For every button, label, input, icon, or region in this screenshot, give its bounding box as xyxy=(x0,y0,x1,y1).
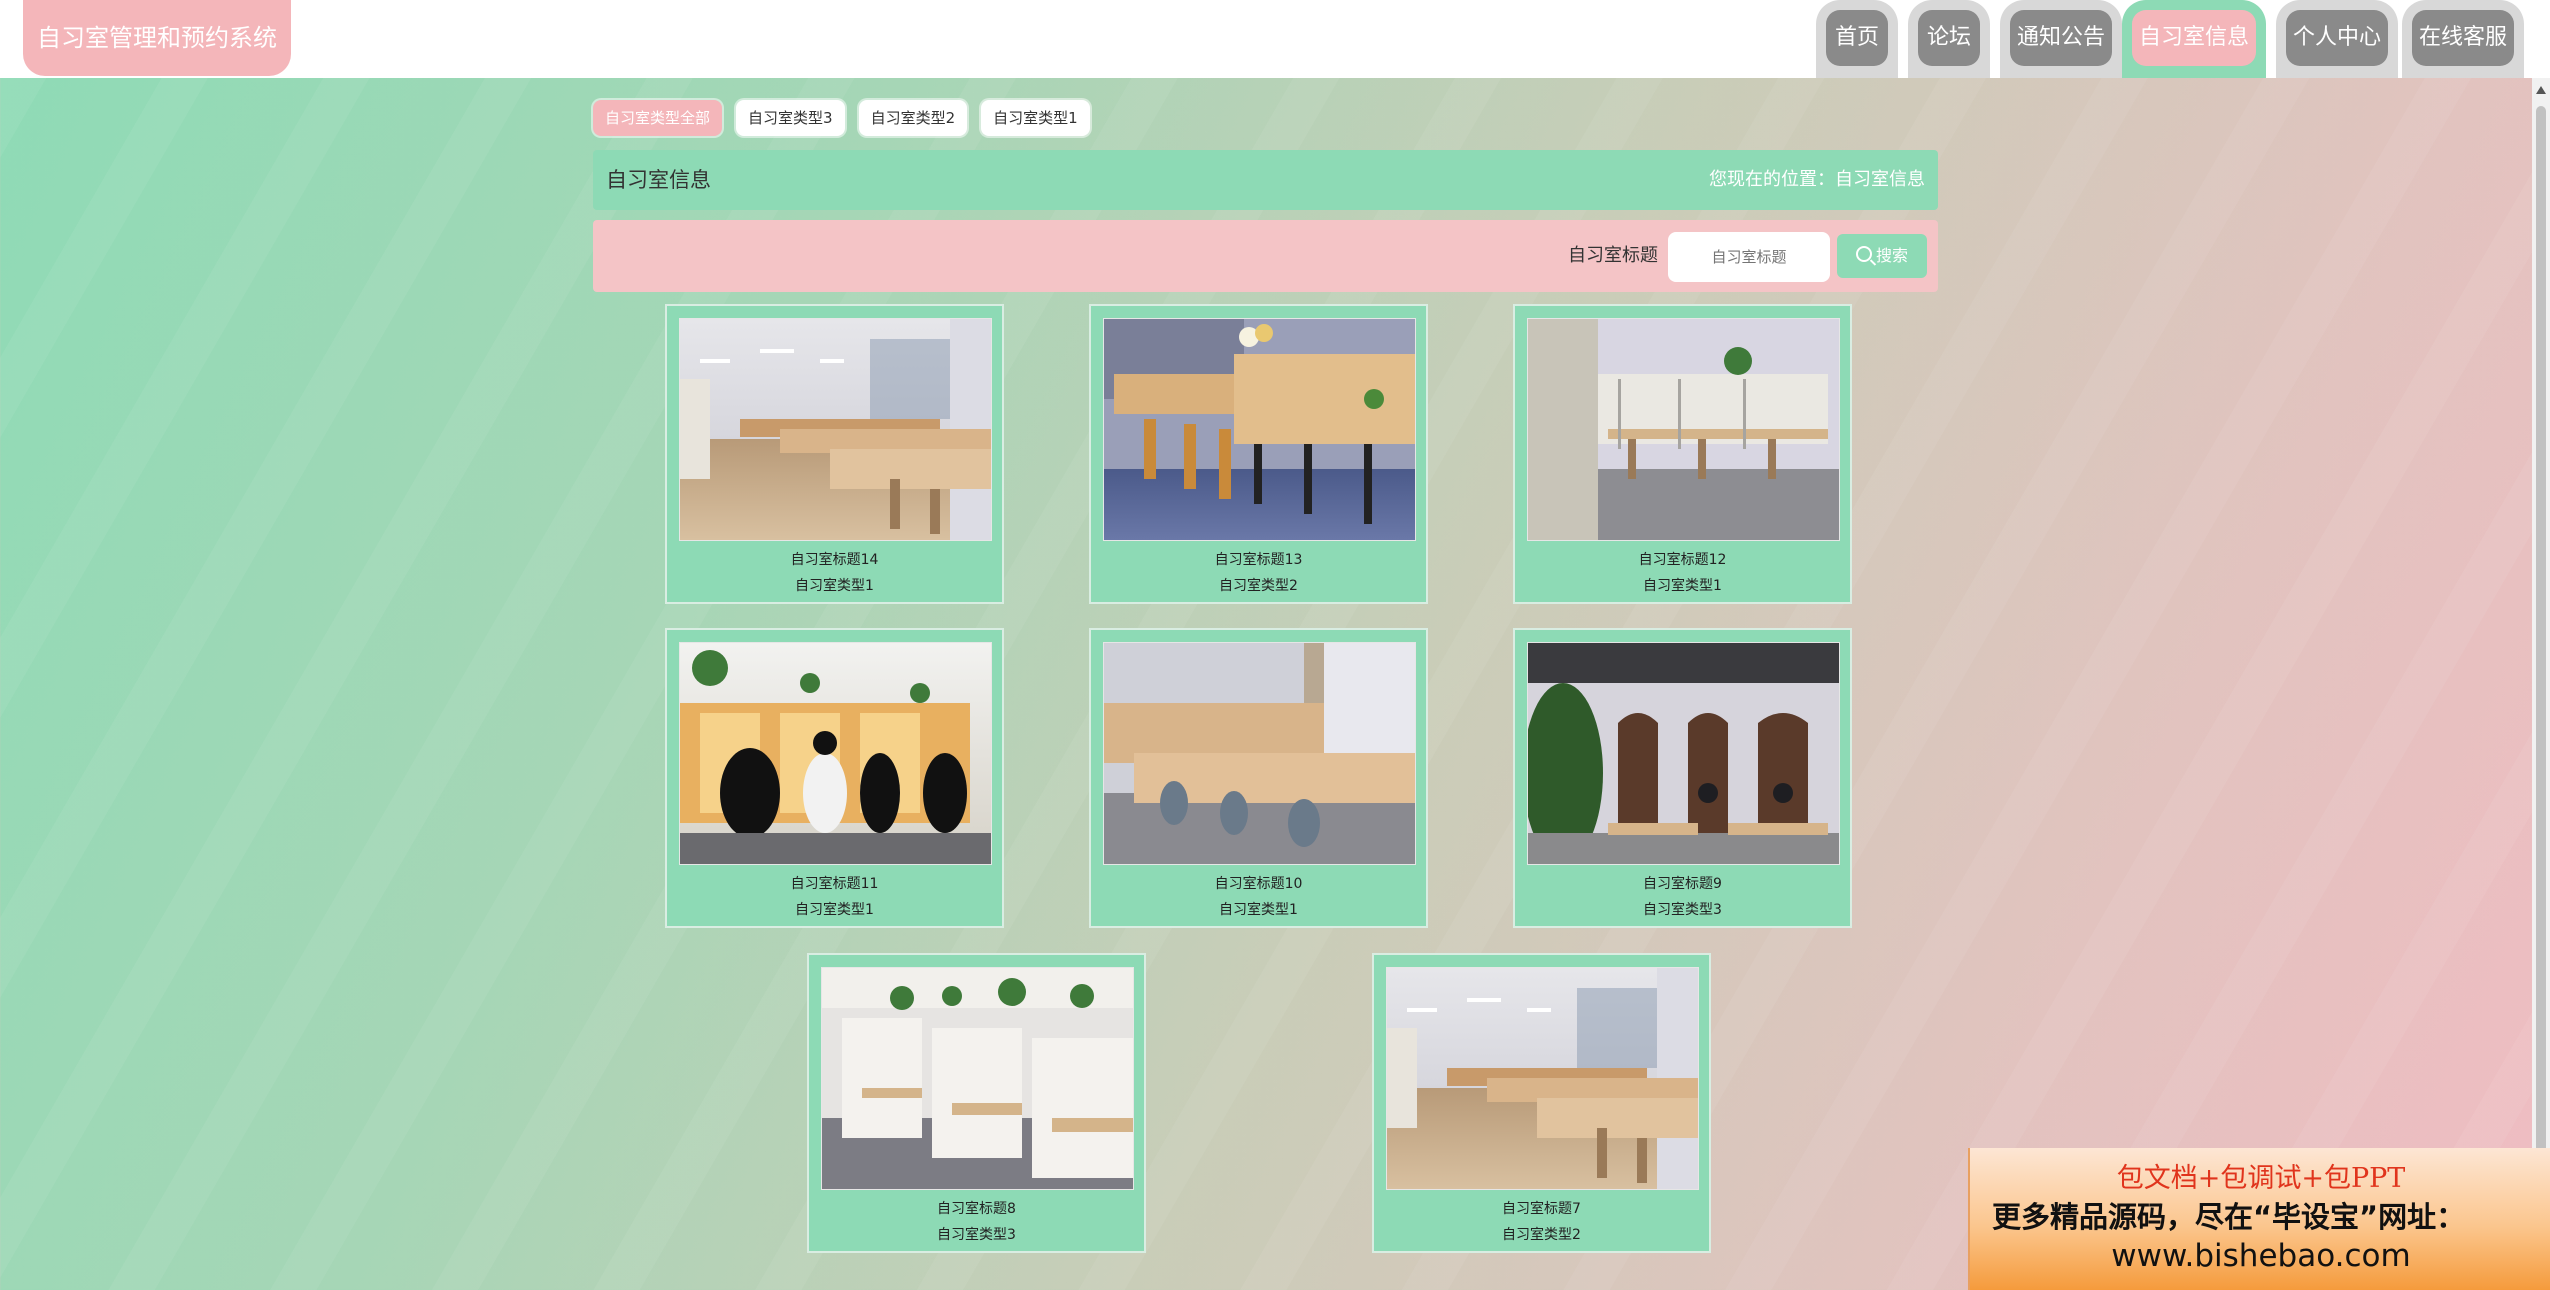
nav-forum[interactable]: 论坛 xyxy=(1908,0,1990,78)
study-room-photo[interactable] xyxy=(679,642,992,865)
nav-announcements-label[interactable]: 通知公告 xyxy=(2010,10,2112,66)
study-room-type: 自习室类型3 xyxy=(937,1227,1016,1243)
study-room-type: 自习室类型1 xyxy=(1643,578,1722,594)
study-room-type: 自习室类型3 xyxy=(1643,902,1722,918)
type-filter-bar: 自习室类型全部 自习室类型3 自习室类型2 自习室类型1 xyxy=(593,100,1090,136)
scroll-up-arrow-icon[interactable] xyxy=(2536,86,2546,94)
top-navbar: 自习室管理和预约系统 首页 论坛 通知公告 自习室信息 个人中心 在线客服 xyxy=(0,0,2550,78)
promo-banner[interactable]: 包文档+包调试+包PPT 更多精品源码，尽在“毕设宝”网址： www.bishe… xyxy=(1968,1148,2550,1290)
site-logo[interactable]: 自习室管理和预约系统 xyxy=(23,0,291,76)
study-room-title[interactable]: 自习室标题13 xyxy=(1091,549,1426,569)
nav-personal-center-label[interactable]: 个人中心 xyxy=(2286,10,2388,66)
search-bar: 自习室标题 搜索 xyxy=(593,220,1938,292)
nav-personal-center[interactable]: 个人中心 xyxy=(2276,0,2398,78)
search-button[interactable]: 搜索 xyxy=(1837,234,1927,278)
promo-line-2: 更多精品源码，尽在“毕设宝”网址： xyxy=(1992,1200,2466,1234)
study-room-type: 自习室类型2 xyxy=(1219,578,1298,594)
nav-online-service[interactable]: 在线客服 xyxy=(2402,0,2524,78)
study-room-photo[interactable] xyxy=(1103,642,1416,865)
study-room-card[interactable]: 自习室标题8 自习室类型3 xyxy=(809,955,1144,1251)
study-room-card[interactable]: 自习室标题7 自习室类型2 xyxy=(1374,955,1709,1251)
study-room-type: 自习室类型1 xyxy=(795,902,874,918)
page-title: 自习室信息 xyxy=(606,168,711,192)
filter-type-all[interactable]: 自习室类型全部 xyxy=(593,100,723,136)
study-room-card[interactable]: 自习室标题14 自习室类型1 xyxy=(667,306,1002,602)
search-label: 自习室标题 xyxy=(1568,245,1658,266)
filter-type-1[interactable]: 自习室类型1 xyxy=(981,100,1090,136)
study-room-card[interactable]: 自习室标题11 自习室类型1 xyxy=(667,630,1002,926)
search-button-label: 搜索 xyxy=(1875,246,1908,265)
nav-online-service-label[interactable]: 在线客服 xyxy=(2412,10,2514,66)
study-room-title[interactable]: 自习室标题9 xyxy=(1515,873,1850,893)
study-room-type: 自习室类型2 xyxy=(1502,1227,1581,1243)
study-room-photo[interactable] xyxy=(1103,318,1416,541)
study-room-photo[interactable] xyxy=(1386,967,1699,1190)
scrollbar-thumb[interactable] xyxy=(2536,106,2546,1226)
nav-study-room-info-label[interactable]: 自习室信息 xyxy=(2132,10,2256,66)
nav-study-room-info[interactable]: 自习室信息 xyxy=(2122,0,2266,78)
study-room-type: 自习室类型1 xyxy=(1219,902,1298,918)
filter-type-2[interactable]: 自习室类型2 xyxy=(858,100,968,136)
study-room-photo[interactable] xyxy=(1527,318,1840,541)
study-room-card[interactable]: 自习室标题12 自习室类型1 xyxy=(1515,306,1850,602)
study-room-title[interactable]: 自习室标题10 xyxy=(1091,873,1426,893)
study-room-photo[interactable] xyxy=(679,318,992,541)
search-icon xyxy=(1855,246,1872,262)
nav-home-label[interactable]: 首页 xyxy=(1826,10,1888,66)
page-scrollbar[interactable] xyxy=(2532,78,2550,1290)
study-room-title[interactable]: 自习室标题14 xyxy=(667,549,1002,569)
filter-type-3[interactable]: 自习室类型3 xyxy=(736,100,845,136)
section-title-bar: 自习室信息 您现在的位置：自习室信息 xyxy=(593,150,1938,210)
study-room-card[interactable]: 自习室标题9 自习室类型3 xyxy=(1515,630,1850,926)
study-room-title[interactable]: 自习室标题8 xyxy=(809,1198,1144,1218)
study-room-type: 自习室类型1 xyxy=(795,578,874,594)
study-room-card[interactable]: 自习室标题10 自习室类型1 xyxy=(1091,630,1426,926)
search-input[interactable] xyxy=(1668,232,1830,282)
nav-home[interactable]: 首页 xyxy=(1816,0,1898,78)
breadcrumb: 您现在的位置：自习室信息 xyxy=(1709,169,1925,190)
study-room-title[interactable]: 自习室标题12 xyxy=(1515,549,1850,569)
study-room-title[interactable]: 自习室标题11 xyxy=(667,873,1002,893)
nav-announcements[interactable]: 通知公告 xyxy=(2000,0,2122,78)
promo-url[interactable]: www.bishebao.com xyxy=(1970,1238,2550,1274)
study-room-photo[interactable] xyxy=(1527,642,1840,865)
study-room-title[interactable]: 自习室标题7 xyxy=(1374,1198,1709,1218)
promo-line-1: 包文档+包调试+包PPT xyxy=(2116,1163,2406,1194)
study-room-photo[interactable] xyxy=(821,967,1134,1190)
study-room-card[interactable]: 自习室标题13 自习室类型2 xyxy=(1091,306,1426,602)
nav-forum-label[interactable]: 论坛 xyxy=(1918,10,1980,66)
